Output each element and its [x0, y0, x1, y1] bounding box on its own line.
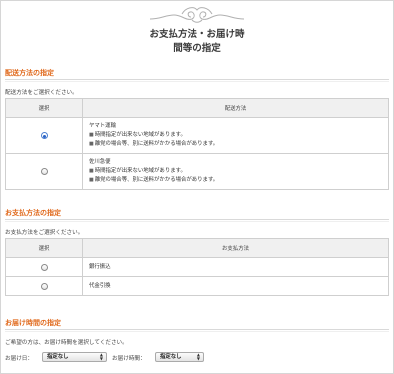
shipping-option-note: 離党の場合等、別に送料がかかる場合があります。 [94, 141, 219, 147]
shipping-col-method: 配送方法 [82, 98, 389, 118]
shipping-sagawa-radio[interactable] [40, 168, 48, 175]
note-bullet-icon: ■ [89, 177, 94, 183]
page-title-line1: お支払方法・お届け時 [149, 29, 245, 40]
shipping-yamato-radio[interactable] [40, 132, 48, 139]
payment-cod-radio[interactable] [40, 282, 48, 290]
note-bullet-icon: ■ [89, 132, 94, 138]
note-bullet-icon: ■ [89, 141, 94, 147]
shipping-option-name: ヤマト運輸 [89, 123, 116, 129]
delivery-divider-shadow [5, 331, 389, 332]
payment-instruction: お支払方法をご選択ください。 [5, 230, 84, 236]
note-bullet-icon: ■ [89, 168, 94, 174]
select-arrows-icon: ▲ ▼ [99, 352, 103, 361]
payment-option-row: 代金引換 [5, 276, 389, 296]
delivery-time-label: お届け時間： [112, 356, 146, 362]
payment-option-name: 銀行振込 [82, 257, 389, 277]
payment-option-row: 銀行振込 [5, 257, 389, 277]
shipping-instruction: 配送方法をご選択ください。 [5, 90, 78, 96]
delivery-divider [5, 329, 389, 330]
payment-col-method: お支払方法 [82, 238, 389, 258]
shipping-option-note: 時間指定が出来ない地域があります。 [94, 168, 186, 174]
shipping-section-title: 配送方法の指定 [5, 69, 54, 77]
delivery-time-value: 指定なし [160, 354, 182, 360]
shipping-divider [5, 79, 389, 80]
shipping-option-row: 佐川急便 ■時間指定が出来ない地域があります。 ■離党の場合等、別に送料がかかる… [5, 153, 389, 190]
shipping-col-select: 選択 [5, 98, 83, 118]
shipping-option-row: ヤマト運輸 ■時間指定が出来ない地域があります。 ■離党の場合等、別に送料がかか… [5, 117, 389, 154]
delivery-section-title: お届け時間の指定 [5, 319, 61, 327]
delivery-time-select[interactable]: 指定なし ▲ ▼ [155, 352, 204, 362]
decorative-ornament-icon [149, 7, 245, 23]
shipping-option-note: 離党の場合等、別に送料がかかる場合があります。 [94, 177, 219, 183]
shipping-option-note: 時間指定が出来ない地域があります。 [94, 132, 186, 138]
page-title-line2: 間等の指定 [173, 43, 221, 54]
payment-divider [5, 219, 389, 220]
shipping-divider-shadow [5, 81, 389, 82]
payment-table: 選択 お支払方法 銀行振込 代金引換 [5, 238, 389, 296]
payment-divider-shadow [5, 221, 389, 222]
shipping-option-name: 佐川急便 [89, 159, 111, 165]
delivery-date-select[interactable]: 指定なし ▲ ▼ [42, 352, 107, 362]
select-arrows-icon: ▲ ▼ [196, 352, 200, 361]
payment-option-name: 代金引換 [82, 276, 389, 296]
delivery-date-label: お届け日： [5, 356, 33, 362]
payment-col-select: 選択 [5, 238, 83, 258]
shipping-table: 選択 配送方法 ヤマト運輸 ■時間指定が出来ない地域があります。 ■離党の場合等… [5, 98, 389, 190]
payment-bank-transfer-radio[interactable] [40, 263, 48, 271]
payment-section-title: お支払方法の指定 [5, 209, 61, 217]
delivery-date-value: 指定なし [47, 354, 69, 360]
delivery-instruction: ご希望の方は、お届け時間を選択してください。 [5, 340, 128, 346]
